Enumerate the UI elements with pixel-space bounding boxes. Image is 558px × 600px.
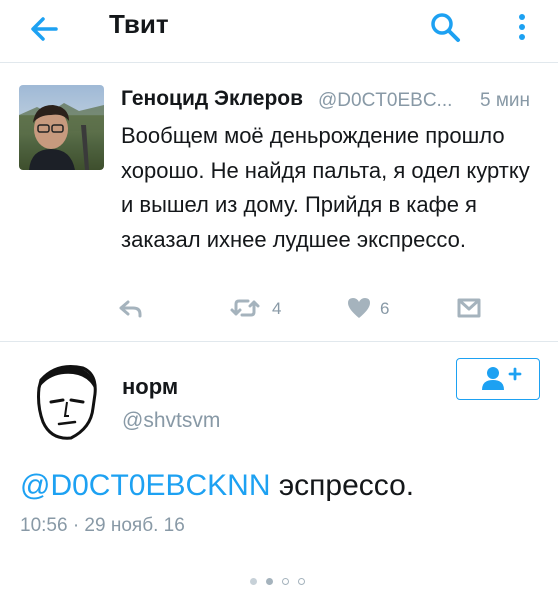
direct-message-button[interactable]: [456, 293, 482, 323]
add-user-icon: [482, 367, 522, 390]
author-name[interactable]: Геноцид Эклеров: [121, 87, 303, 111]
follow-button[interactable]: [456, 358, 540, 400]
retweet-button[interactable]: [228, 293, 262, 323]
page-dot: [250, 578, 257, 585]
reply-icon: [119, 300, 142, 318]
back-button[interactable]: [26, 12, 66, 46]
search-icon: [431, 13, 460, 42]
page-dot: [282, 578, 289, 585]
quoted-tweet[interactable]: Геноцид Эклеров @D0CT0EBC... 5 мин Вообщ…: [0, 63, 558, 341]
page-indicator: [250, 578, 320, 588]
mention-link[interactable]: @D0CT0EBCKNN: [20, 469, 271, 502]
author-handle[interactable]: @D0CT0EBC...: [318, 90, 452, 112]
avatar[interactable]: [21, 358, 111, 448]
search-button[interactable]: [427, 10, 463, 46]
like-count: 6: [380, 299, 390, 318]
page-dot: [298, 578, 305, 585]
top-bar: Твит: [0, 0, 558, 63]
more-vert-icon: [519, 14, 525, 40]
more-options-button[interactable]: [510, 10, 534, 46]
reply-author-handle[interactable]: @shvtsvm: [122, 409, 220, 433]
back-arrow-icon: [31, 17, 58, 41]
heart-icon: [348, 298, 370, 318]
reply-timestamp: 10:56 · 29 нояб. 16: [20, 515, 185, 536]
retweet-icon: [230, 299, 260, 317]
page-title: Твит: [109, 9, 169, 39]
reply-text: @D0CT0EBCKNN эспрессо.: [20, 469, 414, 503]
page-dot: [266, 578, 273, 585]
reply-author-name[interactable]: норм: [122, 374, 178, 400]
like-button[interactable]: [345, 293, 373, 323]
divider: [0, 341, 558, 342]
profile-photo: [19, 103, 104, 170]
avatar[interactable]: [19, 85, 104, 170]
profile-drawing: [37, 365, 97, 440]
tweet-actions: 4 6: [0, 291, 558, 331]
message-icon: [457, 298, 481, 318]
reply-button[interactable]: [118, 293, 144, 323]
tweet-time: 5 мин: [480, 90, 531, 111]
tweet-text: Вообщем моё деньрождение прошло хорошо. …: [121, 123, 530, 252]
reply-body: эспрессо.: [270, 469, 415, 502]
retweet-count: 4: [272, 299, 282, 318]
